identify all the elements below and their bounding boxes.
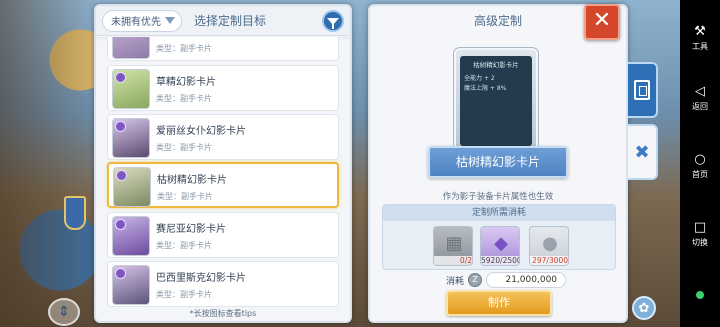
status-dot-icon: [696, 291, 704, 299]
card-portrait-icon: [113, 167, 151, 207]
consume-row: 消耗 Z 21,000,000: [446, 272, 567, 288]
zeny-coin-icon: Z: [468, 273, 483, 287]
home-icon: ○: [694, 152, 706, 167]
list-item[interactable]: 类型：副手卡片: [107, 37, 339, 61]
close-icon: ✕: [592, 8, 612, 33]
chevron-down-icon: [165, 17, 175, 24]
cost-box: 定制所需消耗 ▦ 0/2 ◆ 5920/2500 ● 297/3000: [382, 204, 616, 270]
card-name-ribbon: 枯树精幻影卡片: [416, 146, 580, 178]
card-type: 类型：副手卡片: [156, 143, 212, 152]
tab-card-custom[interactable]: [628, 62, 658, 118]
tools-button[interactable]: ⚒ 工具: [680, 24, 720, 52]
card-preview-name: 枯树精幻影卡片: [473, 61, 519, 69]
list-title: 选择定制目标: [194, 14, 267, 28]
rarity-gem-icon: [115, 268, 126, 279]
banner-flag-icon: [64, 196, 86, 230]
card-name: 枯树精幻影卡片: [157, 175, 227, 186]
card-icon: [634, 80, 650, 100]
tab-exchange[interactable]: ✖: [628, 124, 658, 180]
chat-bubble-icon[interactable]: ✿: [632, 296, 656, 320]
list-item[interactable]: 巴西里斯克幻影卡片 类型：副手卡片: [107, 261, 339, 307]
switch-label: 切换: [692, 238, 708, 247]
material-count: 0/2: [434, 256, 472, 265]
background-decoration: [0, 0, 100, 327]
filter-select[interactable]: 未拥有优先: [102, 9, 182, 32]
system-nav-bar: ⚒ 工具 ◁ 返回 ○ 首页 □ 切换: [680, 0, 720, 327]
filter-select-value: 未拥有优先: [111, 17, 161, 28]
silver-powder-icon: ●: [542, 233, 558, 254]
consume-label: 消耗: [446, 276, 465, 287]
material-count: 297/3000: [530, 256, 568, 265]
card-portrait-icon: [112, 118, 150, 158]
card-name: 巴西里斯克幻影卡片: [156, 273, 246, 284]
long-press-hint: *长按图标查看tips: [189, 309, 257, 318]
card-name: 草精幻影卡片: [156, 77, 216, 88]
close-button[interactable]: ✕: [584, 4, 620, 40]
material-count: 5920/2500: [481, 256, 520, 265]
consume-value: 21,000,000: [486, 272, 567, 288]
list-item-selected[interactable]: 枯树精幻影卡片 类型：副手卡片: [107, 162, 339, 208]
card-preview[interactable]: 枯树精幻影卡片 全能力 + 2 魔法上限 + 8%: [454, 48, 538, 152]
filter-bar: 未拥有优先 选择定制目标: [96, 6, 350, 36]
card-list[interactable]: 类型：副手卡片 草精幻影卡片 类型：副手卡片 爱丽丝女仆幻影卡片 类型：副手卡片…: [96, 37, 350, 307]
card-portrait-icon: [112, 216, 150, 256]
card-portrait-icon: [112, 265, 150, 305]
purple-crystal-icon: ◆: [494, 233, 508, 254]
card-type: 类型：副手卡片: [156, 94, 212, 103]
material-slot[interactable]: ● 297/3000: [529, 226, 569, 266]
card-target-list-panel: 未拥有优先 选择定制目标 类型：副手卡片 草精幻影卡片 类型：副手卡片 爱丽丝女…: [94, 4, 352, 323]
back-button[interactable]: ◁ 返回: [680, 84, 720, 112]
list-item[interactable]: 草精幻影卡片 类型：副手卡片: [107, 65, 339, 111]
tools-label: 工具: [692, 42, 708, 51]
rarity-gem-icon: [115, 219, 126, 230]
home-button[interactable]: ○ 首页: [680, 152, 720, 180]
funnel-icon: [327, 17, 339, 29]
card-portrait-icon: [112, 69, 150, 109]
home-label: 首页: [692, 170, 708, 179]
switch-icon: □: [693, 220, 707, 235]
cost-title: 定制所需消耗: [383, 205, 615, 221]
custom-detail-panel: 高级定制 枯树精幻影卡片 全能力 + 2 魔法上限 + 8% 枯树精幻影卡片 作…: [368, 4, 628, 323]
card-portrait-icon: [112, 37, 150, 59]
back-label: 返回: [692, 102, 708, 111]
move-joystick-icon[interactable]: ⇕: [48, 298, 80, 326]
card-stat: 魔法上限 + 8%: [464, 85, 507, 92]
card-type: 类型：副手卡片: [156, 241, 212, 250]
card-type: 类型：副手卡片: [156, 290, 212, 299]
filter-button[interactable]: [322, 10, 344, 32]
list-item[interactable]: 爱丽丝女仆幻影卡片 类型：副手卡片: [107, 114, 339, 160]
list-item[interactable]: 赛尼亚幻影卡片 类型：副手卡片: [107, 212, 339, 258]
tools-icon: ⚒: [694, 24, 706, 39]
cross-icon: ✖: [634, 141, 650, 163]
card-type: 类型：副手卡片: [157, 192, 213, 201]
card-name: 爱丽丝女仆幻影卡片: [156, 126, 246, 137]
effect-note: 作为影子装备卡片属性也生效: [442, 192, 554, 202]
rarity-gem-icon: [115, 121, 126, 132]
material-slot[interactable]: ▦ 0/2: [433, 226, 473, 266]
back-icon: ◁: [695, 84, 705, 99]
switch-button[interactable]: □ 切换: [680, 220, 720, 248]
card-stat: 全能力 + 2: [464, 75, 495, 82]
material-slot[interactable]: ◆ 5920/2500: [480, 226, 520, 266]
rarity-gem-icon: [116, 170, 127, 181]
card-name: 赛尼亚幻影卡片: [156, 224, 226, 235]
make-button[interactable]: 制作: [446, 290, 552, 316]
rarity-gem-icon: [115, 72, 126, 83]
card-type: 类型：副手卡片: [156, 44, 212, 53]
card-shard-icon: ▦: [445, 233, 463, 254]
